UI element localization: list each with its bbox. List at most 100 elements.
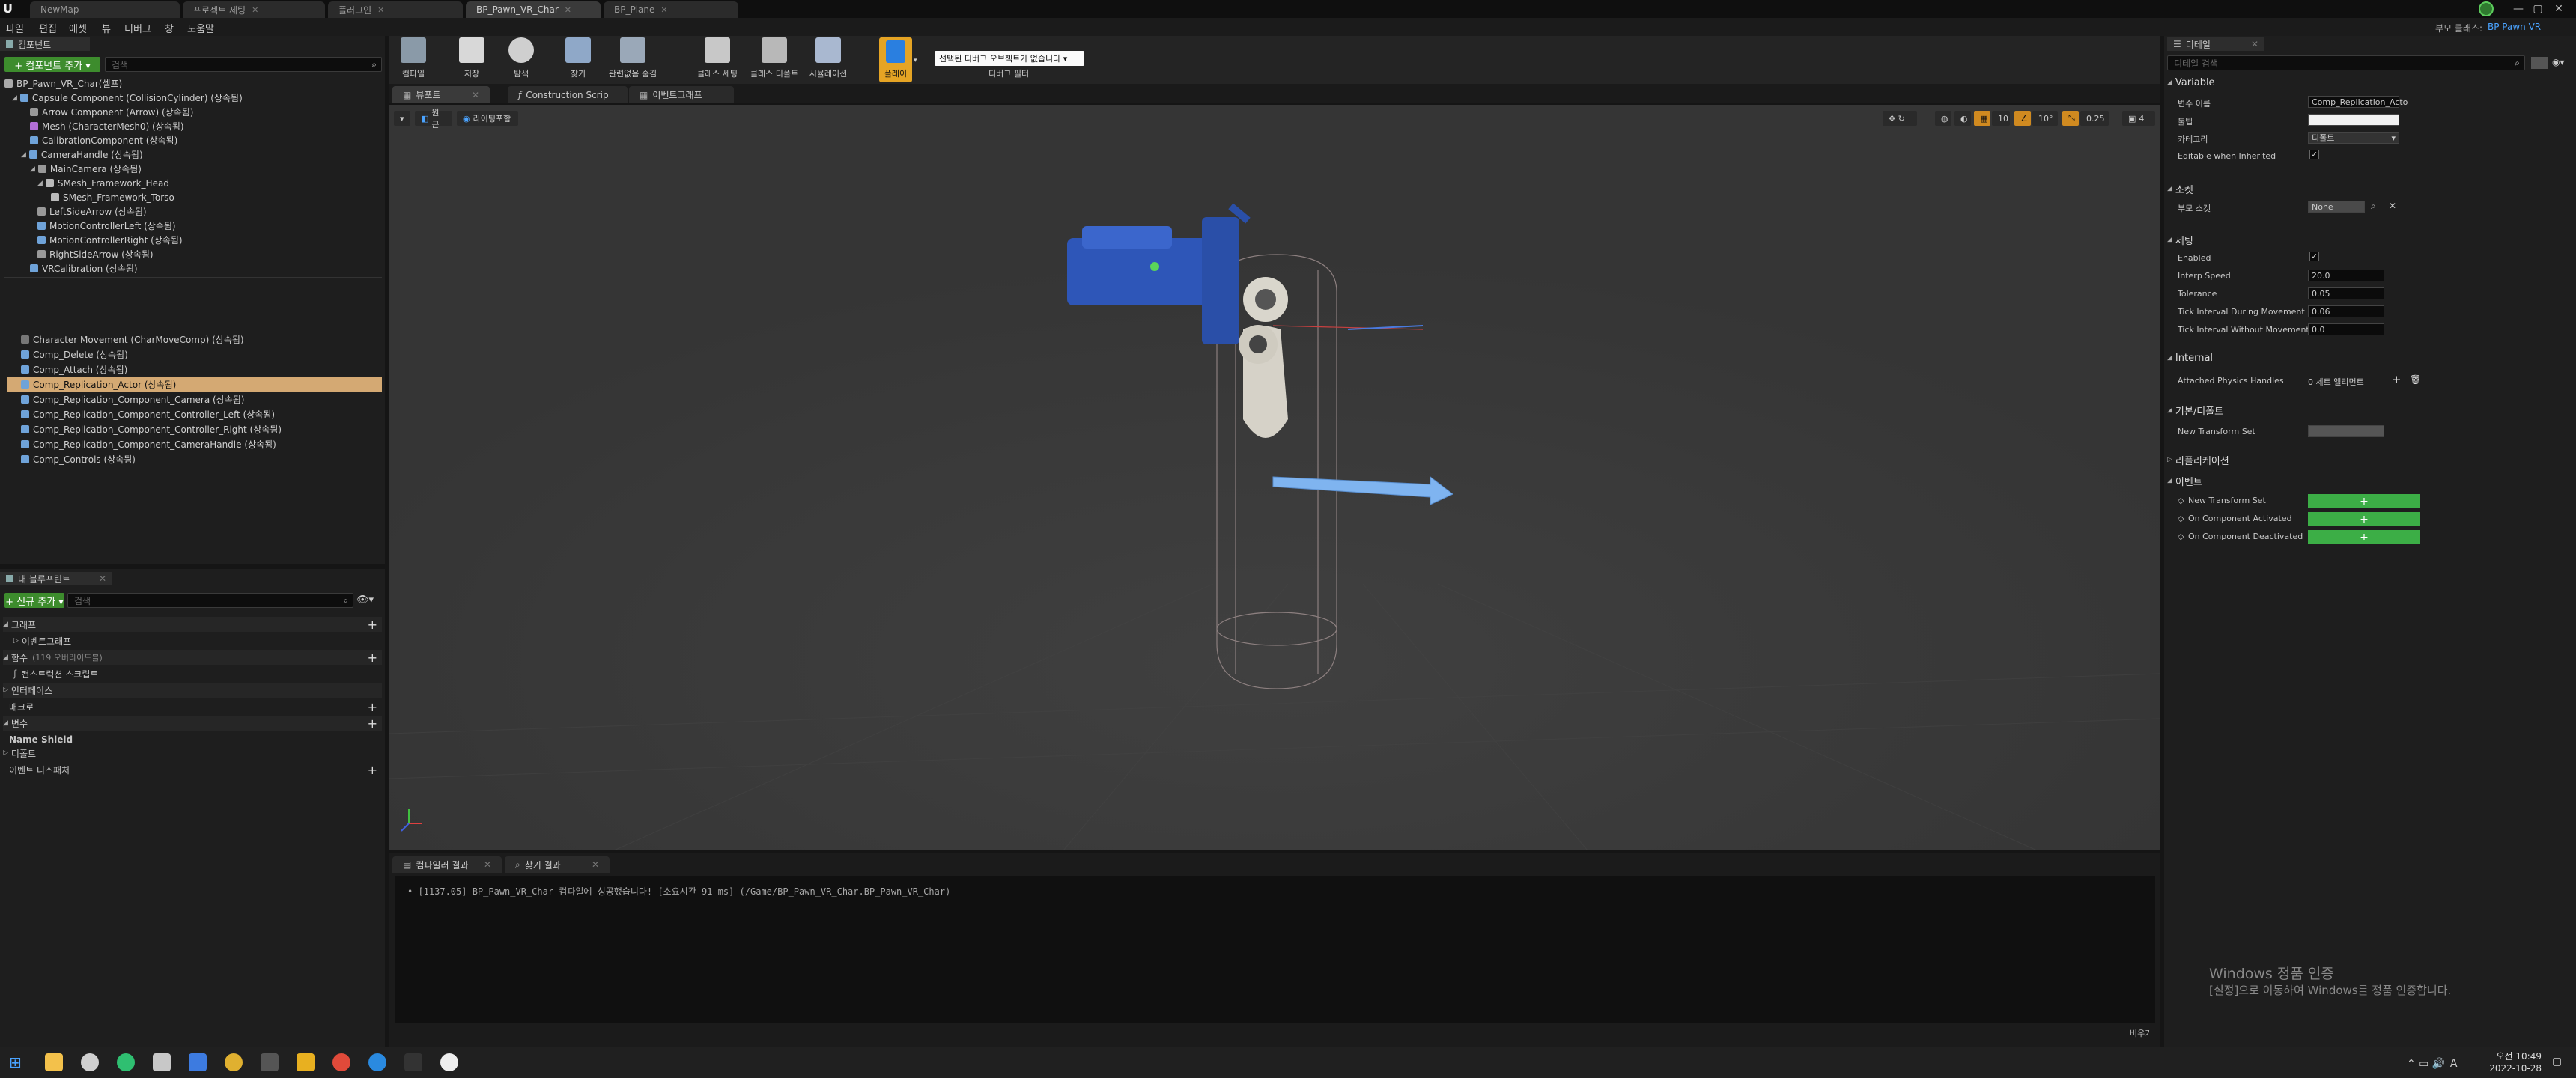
expand-arrow-icon[interactable]: ◢ [12,94,17,102]
section-replication[interactable]: ▷ 리플리케이션 [2167,452,2572,467]
editable-inherited-checkbox[interactable]: ✓ [2309,150,2319,159]
tree-item[interactable]: SMesh_Framework_Torso [51,190,174,204]
expand-arrow-icon[interactable]: ▷ [3,686,8,694]
close-icon[interactable]: ✕ [2251,39,2258,49]
doc-tab-newmap[interactable]: NewMap [30,1,180,18]
tick-during-movement-field[interactable]: 0.06 [2308,305,2384,317]
name-shield-item[interactable]: Name Shield [3,732,382,747]
tick-without-movement-field[interactable]: 0.0 [2308,323,2384,335]
chrome-icon[interactable] [225,1053,243,1071]
tree-item[interactable]: Comp_Replication_Component_Controller_Le… [21,407,275,421]
transform-tools-button[interactable]: ✥ ↻ [1883,111,1917,126]
expand-arrow-icon[interactable]: ▷ [13,637,19,645]
add-event-deactivated-button[interactable]: + [2308,530,2420,544]
add-new-button[interactable]: + 신규 추가 ▾ [4,593,64,608]
blueprint-search-input[interactable]: 검색 ⌕ [67,593,353,608]
expand-arrow-icon[interactable]: ◢ [2167,354,2172,362]
doc-tab-bp-pawn[interactable]: BP_Pawn_VR_Char ✕ [466,1,601,18]
details-tab[interactable]: ☰ 디테일 ✕ [2167,37,2264,51]
viewport[interactable]: ▾ ◧ 원근 ◉ 라이팅포함 ✥ ↻ ◍ ◐ ▦ 10 ∠ 10° ⤡ 0.25 ▣… [389,105,2160,850]
tree-item[interactable]: VRCalibration (상속됨) [30,261,138,275]
expand-arrow-icon[interactable]: ◢ [2167,185,2172,192]
chrome-icon[interactable] [332,1053,350,1071]
expand-arrow-icon[interactable]: ◢ [2167,406,2172,414]
tree-item[interactable]: LeftSideArrow (상속됨) [37,204,147,219]
category-dropdown[interactable]: 디폴트 ▾ [2308,132,2399,144]
unreal-engine-icon[interactable] [440,1053,458,1071]
clear-icon[interactable]: ✕ [2389,201,2396,211]
app-icon[interactable] [81,1053,99,1071]
tree-item[interactable]: RightSideArrow (상속됨) [37,247,154,261]
eye-icon[interactable]: 👁▾ [356,594,374,606]
my-blueprint-tab[interactable]: 내 블루프린트 ✕ [0,572,112,585]
search-icon[interactable]: ⌕ [2371,201,2376,212]
close-icon[interactable]: ✕ [592,859,599,870]
section-internal[interactable]: ◢ Internal [2167,350,2572,365]
grid-snap-value[interactable]: 10 [1992,111,2010,126]
expand-arrow-icon[interactable]: ◢ [37,180,43,187]
save-button[interactable]: 저장 [449,37,494,82]
doc-tab-plugins[interactable]: 플러그인 ✕ [328,1,463,18]
tab-compiler-results[interactable]: ▤ 컴파일러 결과 ✕ [392,856,502,873]
notepad-icon[interactable] [153,1053,171,1071]
tree-item[interactable]: ◢ Capsule Component (CollisionCylinder) (… [12,91,243,105]
expand-arrow-icon[interactable]: ◢ [2167,236,2172,243]
add-event-activated-button[interactable]: + [2308,512,2420,526]
windows-start-icon[interactable]: ⊞ [9,1053,27,1071]
menu-asset[interactable]: 애셋 [69,21,87,35]
section-events[interactable]: ◢ 이벤트 [2167,473,2572,488]
expand-arrow-icon[interactable]: ◢ [30,165,35,173]
edge-icon[interactable] [368,1053,386,1071]
clock-date[interactable]: 2022-10-28 [2482,1063,2542,1074]
tree-item[interactable]: Comp_Replication_Component_Camera (상속됨) [21,392,245,406]
perspective-button[interactable]: ◧ 원근 [415,108,452,130]
add-dispatcher-icon[interactable]: + [368,763,377,777]
add-macro-icon[interactable]: + [368,700,377,714]
tree-item[interactable]: Character Movement (CharMoveComp) (상속됨) [21,332,244,347]
expand-arrow-icon[interactable]: ◢ [2167,477,2172,484]
tree-item[interactable]: Arrow Component (Arrow) (상속됨) [30,105,193,119]
compile-button[interactable]: 컴파일 [391,37,436,82]
class-defaults-button[interactable]: 클래스 디폴트 [746,37,803,82]
new-transform-set-field[interactable] [2308,425,2384,437]
close-icon[interactable]: ✕ [565,5,571,15]
app-icon[interactable] [189,1053,207,1071]
section-defaults[interactable]: ◢ 기본/디폴트 [2167,403,2572,418]
tab-find-results[interactable]: ⌕ 찾기 결과 ✕ [505,856,610,873]
parent-socket-field[interactable]: None [2308,201,2365,213]
close-icon[interactable]: ✕ [252,5,258,15]
file-explorer-icon[interactable] [45,1053,63,1071]
tab-viewport[interactable]: ▦ 뷰포트 ✕ [392,86,490,103]
hide-unrelated-button[interactable]: 관련없음 숨김 [602,37,663,82]
tree-item[interactable]: MotionControllerRight (상속됨) [37,233,183,247]
terminal-icon[interactable] [261,1053,279,1071]
defaults-category[interactable]: ▷ 디폴트 [3,746,382,761]
components-search-input[interactable]: 검색 ⌕ [105,57,382,72]
tree-item[interactable]: Mesh (CharacterMesh0) (상속됨) [30,119,184,133]
property-matrix-icon[interactable] [2531,57,2548,69]
functions-category[interactable]: ◢ 함수 (119 오버라이드블) + [3,650,382,665]
play-button[interactable]: 플레이 [879,37,912,82]
add-variable-icon[interactable]: + [368,716,377,731]
event-dispatchers-category[interactable]: 이벤트 디스패처 + [3,762,382,777]
enabled-checkbox[interactable]: ✓ [2309,252,2319,261]
expand-arrow-icon[interactable]: ◢ [3,654,8,661]
details-search-input[interactable]: 디테일 검색 ⌕ [2167,55,2525,70]
section-settings[interactable]: ◢ 세팅 [2167,232,2572,247]
world-local-button[interactable]: ◍ [1935,111,1951,126]
find-button[interactable]: 찾기 [556,37,601,82]
add-event-new-transform-button[interactable]: + [2308,494,2420,508]
sticky-notes-icon[interactable] [297,1053,315,1071]
scale-snap-button[interactable]: ⤡ [2062,111,2079,126]
close-icon[interactable]: ✕ [377,5,384,15]
grid-snap-button[interactable]: ▦ [1974,111,1990,126]
tab-event-graph[interactable]: ▦ 이벤트그래프 [629,86,734,103]
add-graph-icon[interactable]: + [368,618,377,632]
tooltip-field[interactable] [2308,114,2399,126]
rotation-snap-button[interactable]: ∠ [2014,111,2031,126]
tree-item[interactable]: MotionControllerLeft (상속됨) [37,219,176,233]
add-element-icon[interactable]: + [2392,373,2402,386]
menu-debug[interactable]: 디버그 [124,21,151,35]
doc-tab-bp-plane[interactable]: BP_Plane ✕ [604,1,738,18]
expand-arrow-icon[interactable]: ▷ [2167,456,2172,463]
